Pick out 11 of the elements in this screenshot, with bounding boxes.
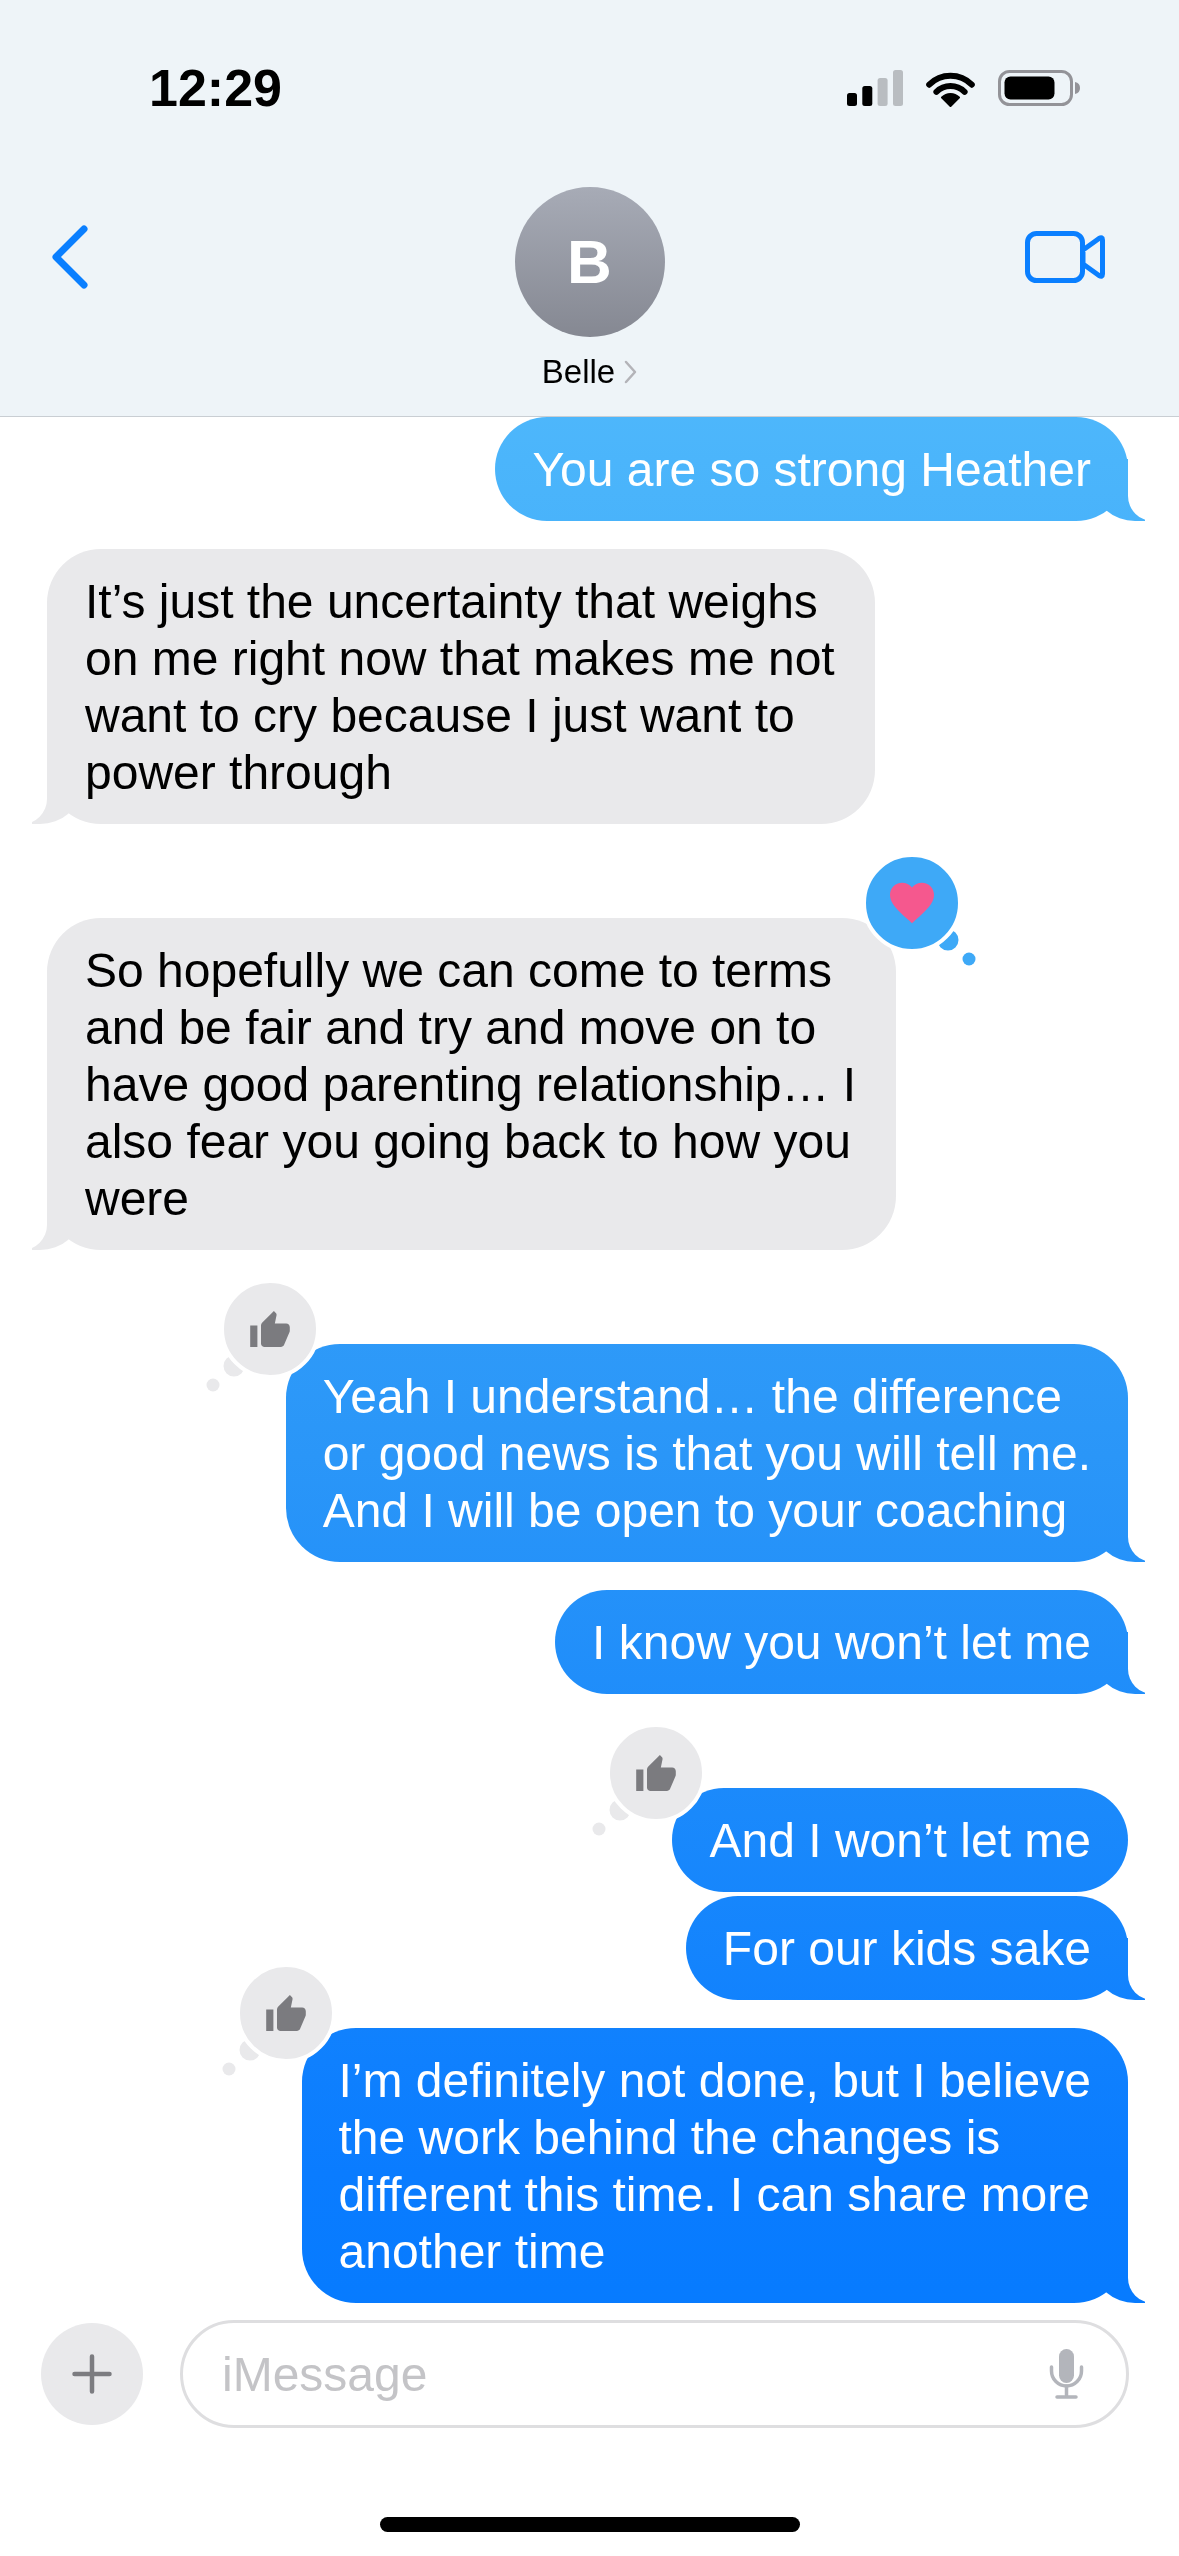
chevron-left-icon[interactable] [51, 225, 89, 289]
signal-icon [847, 70, 903, 106]
plus-icon[interactable] [72, 2354, 112, 2394]
chevron-right-icon[interactable] [624, 360, 638, 384]
message-bubble: And I won’t let me [672, 1788, 1128, 1892]
message-field[interactable]: iMessage [180, 2320, 1129, 2428]
video-camera-icon[interactable] [1025, 231, 1105, 283]
battery-icon [998, 70, 1081, 106]
contact-name[interactable]: Belle [541, 352, 616, 392]
status-time: 12:29 [149, 62, 282, 114]
microphone-icon[interactable] [1049, 2349, 1084, 2400]
